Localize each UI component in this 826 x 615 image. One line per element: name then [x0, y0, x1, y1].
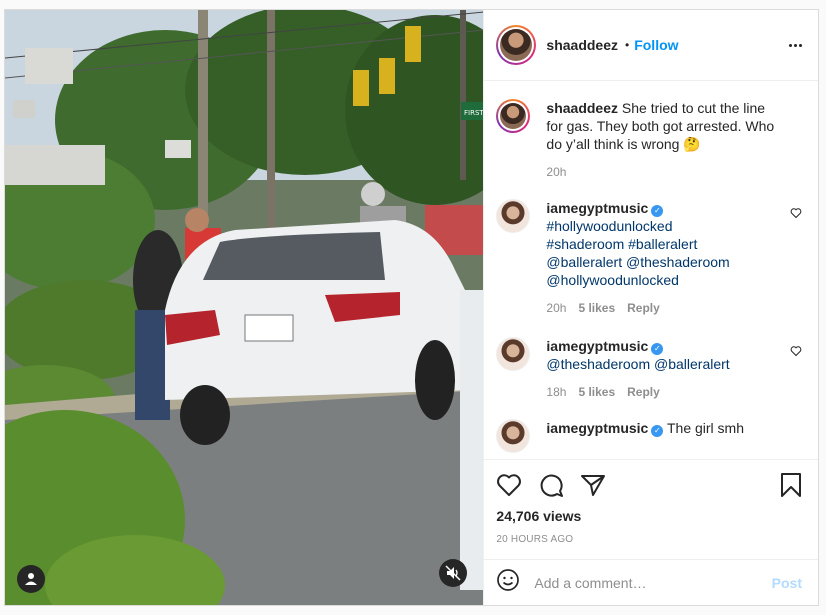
caption: shaaddeez She tried to cut the line for …	[496, 99, 802, 179]
avatar[interactable]	[496, 199, 531, 233]
comment-mentions[interactable]: @balleralert @theshaderoom	[546, 254, 729, 270]
comment-item: iamegyptmusic ✓ #hollywoodunlocked #shade…	[496, 199, 802, 315]
video-frame: FIRST	[5, 10, 484, 605]
author-username[interactable]: shaaddeez	[546, 37, 618, 53]
post-video[interactable]: FIRST	[5, 10, 484, 605]
comment-item: iamegyptmusic ✓ @theshaderoom @balleraler…	[496, 337, 802, 399]
comment-icon[interactable]	[538, 472, 564, 498]
comment-username[interactable]: iamegyptmusic	[546, 200, 648, 216]
avatar[interactable]	[496, 25, 537, 65]
post-card: FIRST shaaddeez • Follow shaaddeez She t…	[4, 9, 819, 606]
follow-button[interactable]: Follow	[634, 37, 678, 53]
post-comment-button[interactable]: Post	[772, 575, 802, 591]
verified-badge-icon: ✓	[651, 343, 664, 355]
verified-badge-icon: ✓	[651, 425, 664, 437]
comment-time[interactable]: 20h	[546, 301, 566, 315]
comment-input[interactable]: Add a comment…	[534, 575, 771, 591]
comment-like-heart-icon[interactable]	[790, 345, 802, 357]
street-sign-text: FIRST	[464, 109, 483, 117]
post-sidebar: shaaddeez • Follow shaaddeez She tried t…	[483, 10, 818, 605]
post-timestamp[interactable]: 20 HOURS AGO	[496, 534, 802, 545]
avatar[interactable]	[496, 337, 531, 371]
add-comment-bar: Add a comment… Post	[484, 559, 818, 605]
caption-time[interactable]: 20h	[546, 165, 566, 179]
more-options-icon[interactable]	[789, 43, 802, 47]
verified-badge-icon: ✓	[651, 205, 664, 217]
heart-icon[interactable]	[496, 473, 522, 497]
comment-hashtags[interactable]: #shaderoom #balleralert	[546, 236, 697, 252]
comment-mentions[interactable]: @theshaderoom @balleralert	[546, 356, 729, 372]
comment-like-heart-icon[interactable]	[790, 207, 802, 219]
comment-likes[interactable]: 5 likes	[578, 301, 615, 315]
avatar[interactable]	[496, 99, 531, 133]
reply-button[interactable]: Reply	[627, 301, 660, 315]
user-tag-icon[interactable]	[17, 565, 45, 593]
post-header: shaaddeez • Follow	[484, 10, 818, 81]
bookmark-icon[interactable]	[780, 472, 802, 498]
reply-button[interactable]: Reply	[627, 385, 660, 399]
separator-dot: •	[625, 38, 630, 52]
post-actions: 24,706 views 20 HOURS AGO	[484, 459, 818, 559]
comment-item: iamegyptmusic ✓ The girl smh	[496, 419, 802, 453]
comment-mention[interactable]: @hollywoodunlocked	[546, 272, 679, 288]
emoji-icon[interactable]	[496, 568, 520, 597]
comment-likes[interactable]: 5 likes	[578, 385, 615, 399]
comments-list[interactable]: shaaddeez She tried to cut the line for …	[484, 81, 818, 459]
comment-text: The girl smh	[666, 420, 745, 436]
caption-username[interactable]: shaaddeez	[546, 100, 618, 116]
comment-hashtag[interactable]: #hollywoodunlocked	[546, 218, 672, 234]
comment-username[interactable]: iamegyptmusic	[546, 420, 648, 436]
avatar[interactable]	[496, 419, 531, 453]
view-count[interactable]: 24,706 views	[496, 508, 802, 524]
comment-time[interactable]: 18h	[546, 385, 566, 399]
share-icon[interactable]	[580, 473, 606, 497]
comment-username[interactable]: iamegyptmusic	[546, 338, 648, 354]
